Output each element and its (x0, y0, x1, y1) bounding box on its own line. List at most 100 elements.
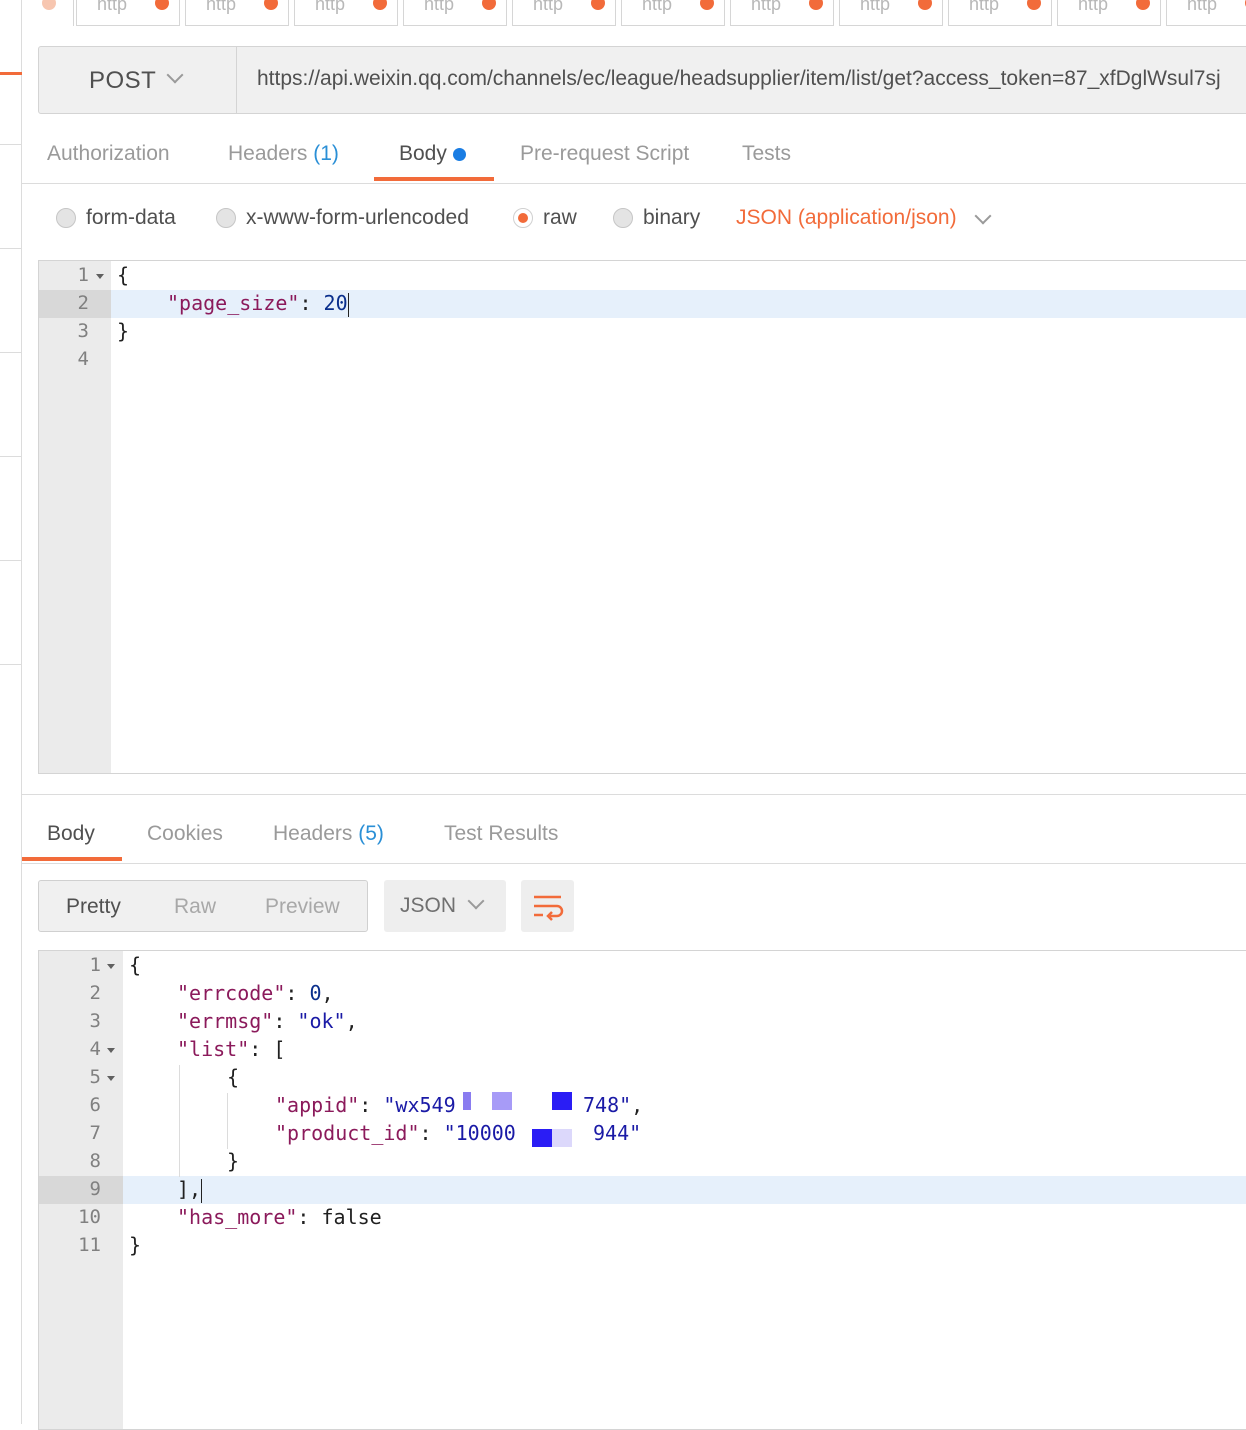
request-section-tabs: Authorization Headers (1) Body Pre-reque… (22, 128, 1246, 184)
brace: { (129, 953, 142, 977)
code-line: { (227, 1065, 239, 1093)
request-tab[interactable]: http (621, 0, 725, 26)
comma: , (321, 981, 334, 1005)
active-tab-underline (374, 177, 494, 181)
method-select[interactable]: POST (39, 47, 237, 113)
tab-body[interactable]: Body (399, 142, 466, 166)
tab-tests[interactable]: Tests (742, 142, 791, 166)
headers-count: (5) (358, 822, 384, 845)
code-line: { (129, 953, 141, 981)
request-tab-label: http (315, 0, 346, 14)
unsaved-dot-icon (42, 0, 56, 10)
radio-form-data[interactable] (56, 208, 76, 228)
brace: { (117, 263, 130, 287)
json-number: 0 (309, 981, 322, 1005)
request-tab[interactable]: http (76, 0, 180, 26)
fold-arrow-icon[interactable] (107, 964, 115, 969)
line-number: 1 (89, 954, 101, 976)
tab-response-headers[interactable]: Headers (5) (273, 822, 384, 846)
code-line: "product_id": "10000 (275, 1121, 516, 1149)
comma: , (631, 1093, 644, 1117)
url-input[interactable]: https://api.weixin.qq.com/channels/ec/le… (257, 67, 1221, 91)
request-tab[interactable]: http (1166, 0, 1246, 26)
request-body-editor[interactable]: 1 2 3 4 { "page_size": 20 } (38, 260, 1246, 774)
unsaved-dot-icon (591, 0, 605, 10)
code-line: } (129, 1233, 141, 1261)
line-number: 10 (78, 1206, 101, 1228)
request-tab-label: http (533, 0, 564, 14)
tab-label: Body (47, 822, 95, 845)
json-string: "10000 (443, 1121, 516, 1145)
request-tab-label: http (642, 0, 673, 14)
request-tab[interactable]: http (185, 0, 289, 26)
tab-label: Pre-request Script (520, 142, 690, 165)
unsaved-dot-icon (155, 0, 169, 10)
line-number: 4 (89, 1038, 101, 1060)
code-line: 944" (593, 1121, 641, 1149)
unsaved-dot-icon (1136, 0, 1150, 10)
radio-urlencoded[interactable] (216, 208, 236, 228)
fold-arrow-icon[interactable] (96, 274, 104, 279)
tab-response-body[interactable]: Body (47, 822, 95, 846)
code-line: } (227, 1149, 239, 1177)
tab-cookies[interactable]: Cookies (147, 822, 223, 846)
raw-label[interactable]: raw (543, 206, 577, 230)
tab-label: Cookies (147, 822, 223, 845)
code-line: "has_more": false (177, 1205, 382, 1233)
request-url-bar: POST https://api.weixin.qq.com/channels/… (38, 46, 1246, 114)
request-tab-label: http (1187, 0, 1218, 14)
json-key: "errcode" (177, 981, 286, 1005)
redaction-mosaic (463, 1092, 471, 1110)
request-tab[interactable]: http (1057, 0, 1161, 26)
code-line: } (117, 319, 129, 347)
tab-test-results[interactable]: Test Results (444, 822, 558, 846)
redaction-mosaic (552, 1092, 572, 1110)
line-number: 6 (89, 1094, 101, 1116)
json-boolean: false (321, 1205, 382, 1229)
radio-binary[interactable] (613, 208, 633, 228)
tab-label: Headers (228, 142, 308, 165)
sidebar-divider (0, 352, 22, 353)
tab-headers[interactable]: Headers (1) (228, 142, 339, 166)
json-string: "ok" (297, 1009, 346, 1033)
binary-label[interactable]: binary (643, 206, 700, 230)
format-label: JSON (400, 894, 457, 917)
brace: } (227, 1149, 240, 1173)
brace: } (117, 319, 130, 343)
line-number: 2 (89, 982, 101, 1004)
bracket: ], (177, 1177, 202, 1201)
request-tab[interactable]: http (839, 0, 943, 26)
json-number: 20 (323, 291, 348, 315)
text-caret (347, 292, 349, 317)
request-tab[interactable] (42, 0, 74, 26)
code-line: { (117, 263, 129, 291)
response-format-select[interactable]: JSON (384, 880, 506, 932)
wrap-lines-button[interactable] (521, 880, 574, 932)
request-tab[interactable]: http (948, 0, 1052, 26)
preview-button[interactable]: Preview (265, 895, 340, 919)
urlencoded-label[interactable]: x-www-form-urlencoded (246, 206, 469, 230)
redaction-mosaic (532, 1129, 552, 1147)
fold-arrow-icon[interactable] (107, 1076, 115, 1081)
tab-authorization[interactable]: Authorization (47, 142, 170, 166)
body-modified-dot-icon (452, 147, 466, 161)
tab-pre-request-script[interactable]: Pre-request Script (520, 142, 689, 166)
raw-button[interactable]: Raw (174, 895, 216, 919)
content-type-select[interactable]: JSON (application/json) (736, 206, 957, 230)
colon: : (359, 1093, 384, 1117)
json-key: "page_size" (167, 291, 300, 315)
pretty-button[interactable]: Pretty (66, 895, 121, 919)
code-line: "errmsg": "ok", (177, 1009, 358, 1037)
request-tab[interactable]: http (512, 0, 616, 26)
colon: : (419, 1121, 444, 1145)
radio-raw[interactable] (513, 208, 533, 228)
fold-arrow-icon[interactable] (107, 1048, 115, 1053)
request-tab[interactable]: http (294, 0, 398, 26)
response-body-viewer[interactable]: 1 2 3 4 5 6 7 8 9 10 11 { "errcode": 0, "errmsg": … (38, 950, 1246, 1430)
request-tab[interactable]: http (730, 0, 834, 26)
form-data-label[interactable]: form-data (86, 206, 176, 230)
colon: : (299, 291, 324, 315)
request-tab[interactable]: http (403, 0, 507, 26)
tab-label: Test Results (444, 822, 559, 845)
tab-label: Tests (742, 142, 792, 165)
